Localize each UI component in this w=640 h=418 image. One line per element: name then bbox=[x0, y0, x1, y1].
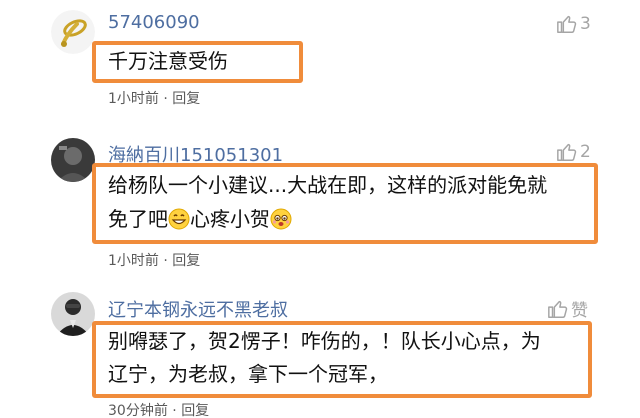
comment-text-line: 辽宁，为老叔，拿下一个冠军， bbox=[108, 362, 388, 386]
comment-text-line: 别嘚瑟了，贺2愣子！咋伤的，！队长小心点，为 bbox=[108, 329, 541, 353]
timestamp: 30分钟前 bbox=[108, 403, 168, 418]
comment-item: 辽宁本钢永远不黑老叔 赞 别嘚瑟了，贺2愣子！咋伤的，！队长小心点，为 辽宁，为… bbox=[0, 0, 640, 418]
like-label: 赞 bbox=[571, 301, 588, 321]
separator: · bbox=[172, 403, 177, 418]
thumbs-up-icon bbox=[548, 300, 568, 318]
username[interactable]: 辽宁本钢永远不黑老叔 bbox=[108, 296, 288, 322]
like-button[interactable]: 赞 bbox=[547, 296, 588, 321]
comment-meta: 30分钟前 · 回复 bbox=[108, 400, 209, 418]
avatar[interactable] bbox=[51, 292, 95, 336]
reply-button[interactable]: 回复 bbox=[181, 403, 209, 418]
person-photo-avatar bbox=[51, 292, 95, 336]
